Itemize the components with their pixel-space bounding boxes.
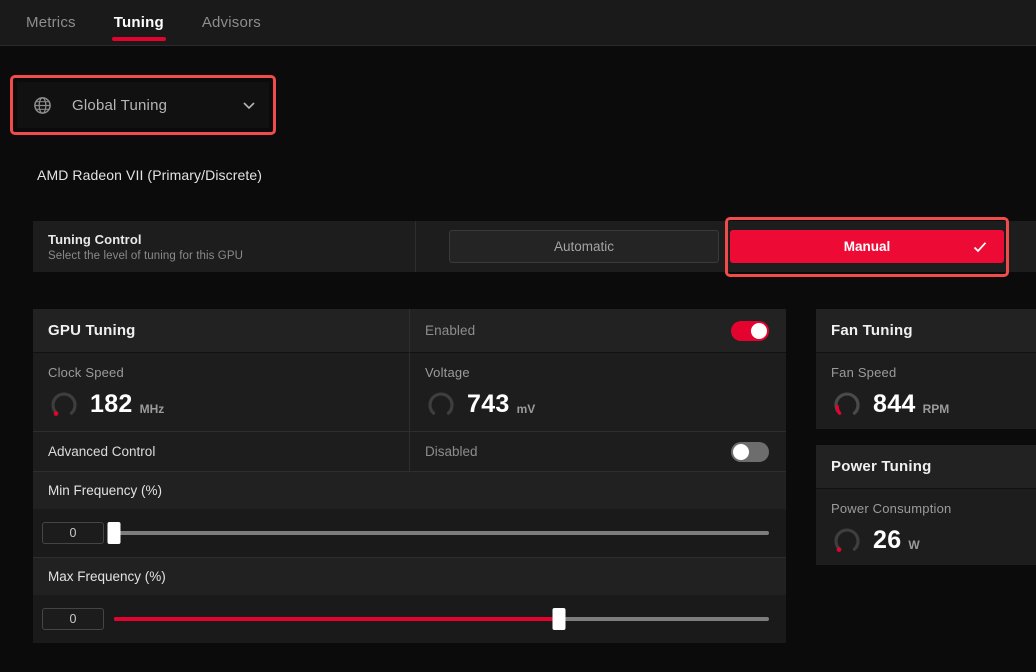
power-tuning-card: Power Tuning Power Consumption 26 W (816, 445, 1036, 565)
chevron-down-icon (241, 97, 257, 113)
voltage-value: 743 (467, 390, 510, 419)
fan-speed-value: 844 (873, 390, 916, 419)
globe-icon (33, 96, 52, 115)
max-frequency-input[interactable]: 0 (42, 608, 104, 630)
checkmark-icon (972, 239, 988, 255)
fan-tuning-header: Fan Tuning (816, 309, 1036, 353)
min-frequency-slider-thumb[interactable] (108, 522, 121, 544)
fan-speed-unit: RPM (923, 402, 950, 420)
amd-tuning-page: Metrics Tuning Advisors Global Tuning (0, 0, 1036, 672)
fan-speed-metric: Fan Speed 844 RPM (816, 353, 1036, 429)
tab-tuning[interactable]: Tuning (110, 0, 168, 46)
clock-speed-value: 182 (90, 390, 133, 419)
automatic-button-label: Automatic (554, 239, 614, 254)
power-consumption-unit: W (908, 538, 919, 556)
clock-speed-metric: Clock Speed 182 MHz (33, 353, 410, 431)
tuning-control-buttons: Automatic Manual (416, 221, 1036, 272)
power-consumption-label: Power Consumption (831, 501, 1036, 516)
tuning-control-title: Tuning Control (48, 232, 415, 247)
advanced-control-label: Advanced Control (33, 432, 410, 471)
gpu-tuning-enable-toggle[interactable] (731, 321, 769, 341)
gpu-metrics-row: Clock Speed 182 MHz Voltage (33, 353, 786, 431)
fan-speed-label: Fan Speed (831, 365, 1036, 380)
max-frequency-slider[interactable] (114, 608, 769, 630)
voltage-metric: Voltage 743 mV (410, 353, 786, 431)
gpu-tuning-header: GPU Tuning (33, 309, 410, 353)
gpu-tuning-header-row: GPU Tuning Enabled (33, 309, 786, 353)
automatic-button[interactable]: Automatic (449, 230, 719, 263)
power-tuning-header: Power Tuning (816, 445, 1036, 489)
voltage-label: Voltage (425, 365, 786, 380)
max-frequency-slider-thumb[interactable] (553, 608, 566, 630)
max-frequency-row: 0 (33, 595, 786, 643)
gauge-icon (831, 524, 863, 556)
gauge-icon (48, 388, 80, 420)
tuning-control-info: Tuning Control Select the level of tunin… (33, 221, 416, 272)
global-tuning-highlight: Global Tuning (10, 75, 276, 135)
gpu-tuning-enable-row: Enabled (410, 309, 786, 353)
min-frequency-slider[interactable] (114, 522, 769, 544)
min-frequency-slider-track (114, 531, 769, 535)
tuning-control-subtitle: Select the level of tuning for this GPU (48, 250, 415, 262)
min-frequency-header: Min Frequency (%) (33, 471, 786, 509)
profile-select-dropdown[interactable]: Global Tuning (17, 82, 269, 128)
top-tab-bar: Metrics Tuning Advisors (0, 0, 1036, 46)
profile-select-label: Global Tuning (72, 97, 241, 114)
min-frequency-row: 0 (33, 509, 786, 557)
clock-speed-label: Clock Speed (48, 365, 409, 380)
tuning-control-row: Tuning Control Select the level of tunin… (33, 221, 1036, 272)
gauge-icon (831, 388, 863, 420)
advanced-control-state: Disabled (410, 432, 786, 471)
min-frequency-label: Min Frequency (%) (48, 483, 162, 498)
max-frequency-header: Max Frequency (%) (33, 557, 786, 595)
advanced-control-toggle[interactable] (731, 442, 769, 462)
advanced-control-state-label: Disabled (425, 444, 478, 459)
max-frequency-slider-fill (114, 617, 559, 621)
fan-tuning-title: Fan Tuning (831, 322, 913, 339)
manual-button[interactable]: Manual (730, 230, 1004, 263)
advanced-control-row: Advanced Control Disabled (33, 431, 786, 471)
gpu-tuning-title: GPU Tuning (48, 322, 136, 339)
fan-tuning-card: Fan Tuning Fan Speed 844 RPM (816, 309, 1036, 429)
gpu-tuning-enabled-label: Enabled (425, 323, 475, 338)
clock-speed-unit: MHz (140, 402, 165, 420)
gpu-tuning-card: GPU Tuning Enabled Clock Speed 182 (33, 309, 786, 643)
min-frequency-input[interactable]: 0 (42, 522, 104, 544)
power-consumption-metric: Power Consumption 26 W (816, 489, 1036, 565)
power-consumption-value: 26 (873, 526, 901, 555)
tab-metrics[interactable]: Metrics (22, 0, 80, 46)
gauge-icon (425, 388, 457, 420)
right-panels-column: Fan Tuning Fan Speed 844 RPM (816, 309, 1036, 581)
manual-button-label: Manual (844, 239, 891, 254)
max-frequency-label: Max Frequency (%) (48, 569, 166, 584)
voltage-unit: mV (517, 402, 536, 420)
power-tuning-title: Power Tuning (831, 458, 931, 475)
tab-advisors[interactable]: Advisors (198, 0, 265, 46)
gpu-name-label: AMD Radeon VII (Primary/Discrete) (37, 167, 262, 183)
